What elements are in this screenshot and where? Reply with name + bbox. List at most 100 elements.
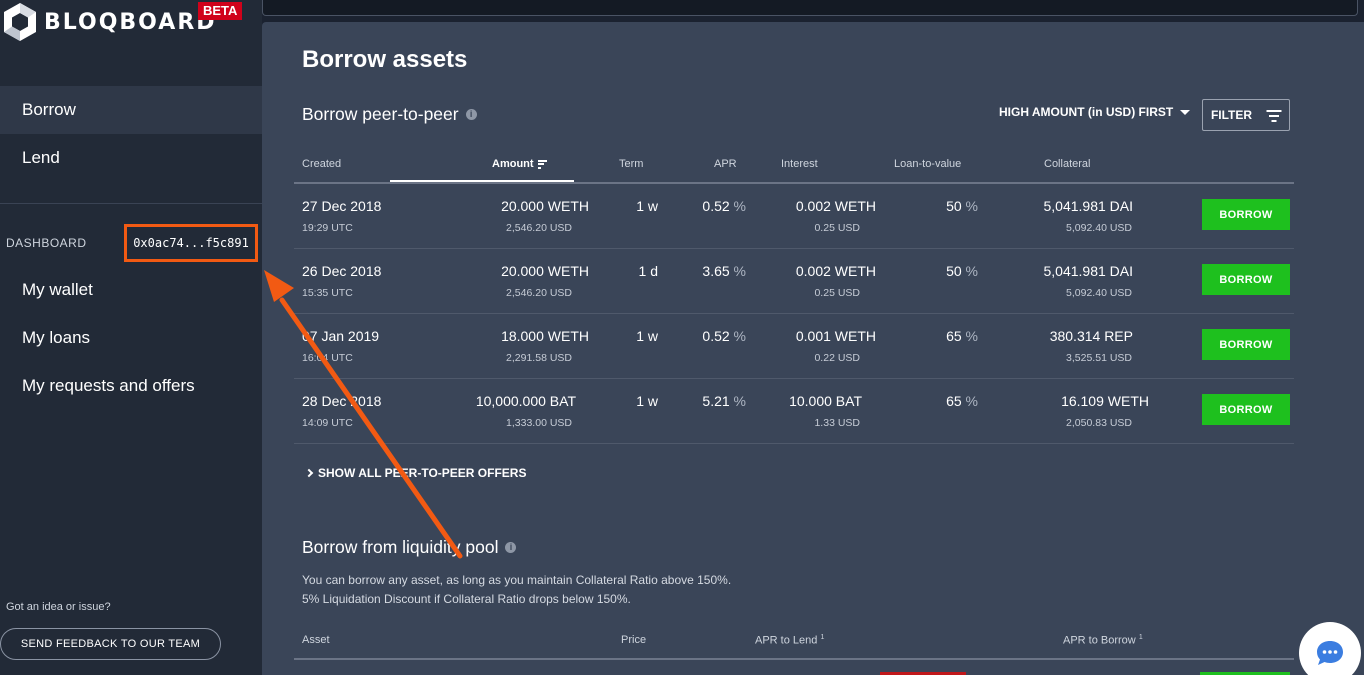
- filter-button[interactable]: FILTER: [1202, 99, 1290, 131]
- row-time: 14:09 UTC: [302, 417, 353, 429]
- row-apr: 0.52 %: [702, 198, 746, 214]
- sort-desc-icon: [537, 159, 547, 169]
- row-ltv: 50 %: [946, 198, 978, 214]
- col-ltv[interactable]: Loan-to-value: [894, 158, 961, 170]
- filter-icon: [1266, 109, 1282, 122]
- row-time: 15:35 UTC: [302, 287, 353, 299]
- row-amount: 20.000 WETH: [501, 263, 589, 279]
- p2p-section-title: Borrow peer-to-peer i: [302, 104, 477, 125]
- show-all-p2p-link[interactable]: SHOW ALL PEER-TO-PEER OFFERS: [304, 466, 527, 480]
- idea-text: Got an idea or issue?: [6, 601, 111, 613]
- main-panel: Borrow assets Borrow peer-to-peer i HIGH…: [262, 22, 1364, 675]
- col-price[interactable]: Price: [621, 634, 646, 646]
- row-term: 1 d: [638, 263, 658, 279]
- pool-desc-line1: You can borrow any asset, as long as you…: [302, 573, 732, 587]
- page-title: Borrow assets: [302, 46, 468, 73]
- row-interest-usd: 0.25 USD: [814, 287, 860, 299]
- row-term: 1 w: [636, 328, 658, 344]
- row-date: 27 Dec 2018: [302, 198, 382, 214]
- row-amount-usd: 2,546.20 USD: [506, 287, 572, 299]
- row-collateral-usd: 2,050.83 USD: [1066, 417, 1132, 429]
- brand-name: BLOQBOARD: [44, 9, 217, 35]
- info-icon[interactable]: i: [465, 109, 477, 120]
- bloqboard-logo-icon: [4, 3, 36, 41]
- row-amount-usd: 2,291.58 USD: [506, 352, 572, 364]
- row-term: 1 w: [636, 198, 658, 214]
- p2p-table-header: Created Amount Term APR Interest Loan-to…: [294, 148, 1294, 184]
- row-term: 1 w: [636, 393, 658, 409]
- col-amount[interactable]: Amount: [492, 158, 547, 170]
- row-amount-usd: 2,546.20 USD: [506, 222, 572, 234]
- table-row: 07 Jan 2019 16:04 UTC 18.000 WETH 2,291.…: [294, 314, 1294, 379]
- col-apr[interactable]: APR: [714, 158, 737, 170]
- row-interest: 0.002 WETH: [795, 198, 876, 214]
- sidebar-item-borrow[interactable]: Borrow: [0, 86, 262, 134]
- row-interest-usd: 0.22 USD: [814, 352, 860, 364]
- row-collateral: 5,041.981 DAI: [1043, 198, 1133, 214]
- row-amount: 18.000 WETH: [501, 328, 589, 344]
- row-apr: 3.65 %: [702, 263, 746, 279]
- show-all-label: SHOW ALL PEER-TO-PEER OFFERS: [318, 466, 527, 480]
- row-apr: 5.21 %: [702, 393, 746, 409]
- sidebar: BLOQBOARD BETA Borrow Lend DASHBOARD 0x0…: [0, 0, 262, 675]
- pool-table-header: Asset Price APR to Lend 1 APR to Borrow …: [294, 622, 1294, 660]
- chevron-right-icon: [304, 468, 314, 478]
- col-amount-label: Amount: [492, 158, 534, 170]
- row-collateral: 16.109 WETH: [1061, 393, 1149, 409]
- pool-title-text: Borrow from liquidity pool: [302, 537, 499, 557]
- caret-down-icon: [1180, 109, 1191, 115]
- table-row: 27 Dec 2018 19:29 UTC 20.000 WETH 2,546.…: [294, 184, 1294, 249]
- row-date: 07 Jan 2019: [302, 328, 380, 344]
- row-collateral-usd: 5,092.40 USD: [1066, 222, 1132, 234]
- col-apr-borrow[interactable]: APR to Borrow 1: [1063, 634, 1143, 647]
- row-interest: 0.002 WETH: [795, 263, 876, 279]
- row-amount: 20.000 WETH: [501, 198, 589, 214]
- sort-select-label: HIGH AMOUNT (in USD) FIRST: [999, 105, 1174, 119]
- row-interest-usd: 1.33 USD: [814, 417, 860, 429]
- col-apr-lend[interactable]: APR to Lend 1: [755, 634, 824, 647]
- search-input[interactable]: [262, 0, 1358, 16]
- col-collateral[interactable]: Collateral: [1044, 158, 1090, 170]
- row-interest: 10.000 BAT: [789, 393, 862, 409]
- row-time: 19:29 UTC: [302, 222, 353, 234]
- col-term[interactable]: Term: [619, 158, 643, 170]
- sidebar-item-my-loans[interactable]: My loans: [0, 314, 262, 362]
- send-feedback-button[interactable]: SEND FEEDBACK TO OUR TEAM: [0, 628, 221, 660]
- row-apr: 0.52 %: [702, 328, 746, 344]
- dashboard-label: DASHBOARD: [6, 236, 87, 250]
- row-ltv: 65 %: [946, 393, 978, 409]
- row-amount-usd: 1,333.00 USD: [506, 417, 572, 429]
- row-collateral-usd: 5,092.40 USD: [1066, 287, 1132, 299]
- col-created[interactable]: Created: [302, 158, 341, 170]
- sort-select[interactable]: HIGH AMOUNT (in USD) FIRST: [999, 105, 1191, 119]
- p2p-title-text: Borrow peer-to-peer: [302, 104, 459, 124]
- row-date: 26 Dec 2018: [302, 263, 382, 279]
- borrow-button[interactable]: BORROW: [1202, 394, 1290, 425]
- row-collateral: 380.314 REP: [1049, 328, 1133, 344]
- borrow-button[interactable]: BORROW: [1202, 329, 1290, 360]
- col-interest[interactable]: Interest: [781, 158, 818, 170]
- row-date: 28 Dec 2018: [302, 393, 382, 409]
- row-interest-usd: 0.25 USD: [814, 222, 860, 234]
- row-amount: 10,000.000 BAT: [475, 393, 576, 409]
- sidebar-item-my-requests-offers[interactable]: My requests and offers: [0, 362, 262, 410]
- sidebar-item-my-wallet[interactable]: My wallet: [0, 266, 262, 314]
- beta-badge: BETA: [198, 2, 243, 20]
- info-icon[interactable]: i: [505, 542, 517, 553]
- pool-section-title: Borrow from liquidity pool i: [302, 537, 517, 558]
- filter-button-label: FILTER: [1210, 108, 1253, 122]
- sidebar-divider: [0, 203, 262, 204]
- active-sort-underline: [390, 180, 574, 182]
- borrow-button[interactable]: BORROW: [1202, 264, 1290, 295]
- wallet-address[interactable]: 0x0ac74...f5c891: [124, 224, 258, 262]
- row-time: 16:04 UTC: [302, 352, 353, 364]
- row-collateral: 5,041.981 DAI: [1043, 263, 1133, 279]
- brand-logo[interactable]: BLOQBOARD: [2, 2, 217, 42]
- table-row: 26 Dec 2018 15:35 UTC 20.000 WETH 2,546.…: [294, 249, 1294, 314]
- col-asset[interactable]: Asset: [302, 634, 330, 646]
- chat-button[interactable]: [1299, 622, 1361, 675]
- row-collateral-usd: 3,525.51 USD: [1066, 352, 1132, 364]
- borrow-button[interactable]: BORROW: [1202, 199, 1290, 230]
- topbar: [262, 0, 1364, 22]
- sidebar-item-lend[interactable]: Lend: [0, 134, 262, 182]
